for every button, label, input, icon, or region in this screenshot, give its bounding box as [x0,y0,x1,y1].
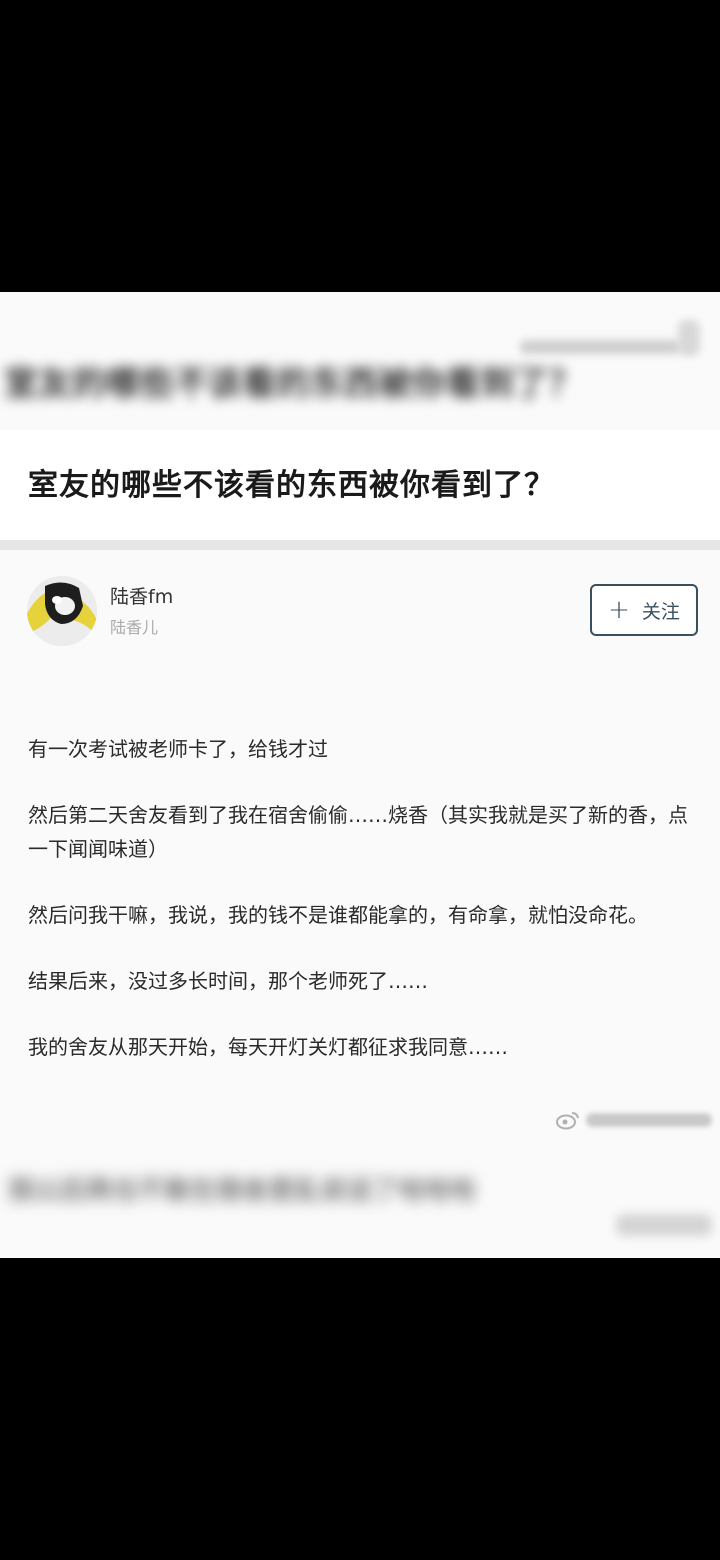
author-subtitle: 陆香儿 [110,618,159,637]
blurred-footer-text: 我以后再也不敢在宿舍里乱说话了哈哈哈 [8,1176,477,1206]
plus-icon: + [608,595,630,625]
author-name[interactable]: 陆香fm [110,582,173,609]
answer-paragraph: 有一次考试被老师卡了，给钱才过 [28,737,328,761]
answer-paragraph: 我的舍友从那天开始，每天开灯关灯都征求我同意…… [28,1035,508,1059]
screen: 室友的哪些不该看的东西被你看到了？ 室友的哪些不该看的东西被你看到了？ 陆香fm… [0,0,720,1560]
blurred-header-title: 室友的哪些不该看的东西被你看到了？ [4,363,582,404]
blurred-footer-meta [616,1214,712,1236]
blurred-corner-mark [678,320,700,356]
answer-paragraph: 结果后来，没过多长时间，那个老师死了…… [28,969,428,993]
watermark [556,1108,716,1132]
follow-button[interactable]: + 关注 [590,584,698,636]
screenshot-card: 室友的哪些不该看的东西被你看到了？ 室友的哪些不该看的东西被你看到了？ 陆香fm… [0,292,720,1258]
question-title: 室友的哪些不该看的东西被你看到了？ [28,468,555,503]
avatar[interactable] [27,576,97,646]
weibo-icon [556,1112,579,1130]
watermark-text-blurred [586,1113,712,1127]
avatar-icon [27,576,97,646]
follow-label: 关注 [641,600,680,623]
question-header: 室友的哪些不该看的东西被你看到了？ [0,430,720,550]
answer-paragraph: 然后问我干嘛，我说，我的钱不是谁都能拿的，有命拿，就怕没命花。 [28,903,648,927]
answer-body: 有一次考试被老师卡了，给钱才过 然后第二天舍友看到了我在宿舍偷偷……烧香（其实我… [28,732,688,1096]
author-row: 陆香fm 陆香儿 + 关注 [0,552,720,662]
answer-paragraph: 然后第二天舍友看到了我在宿舍偷偷……烧香（其实我就是买了新的香，点一下闻闻味道） [28,803,688,861]
